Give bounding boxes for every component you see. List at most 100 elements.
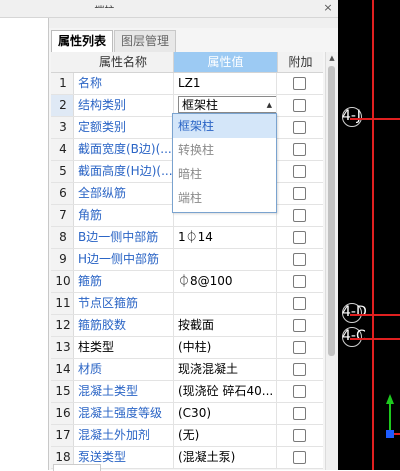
property-name-cell: 节点区箍筋 [74,293,174,314]
additional-cell [277,73,322,94]
table-row[interactable]: 10 箍筋 ⏀8@100 [51,271,323,293]
table-header: 属性名称 属性值 附加 [51,52,323,73]
structure-category-combo[interactable]: 框架柱 ▲ [178,96,276,114]
property-name-cell: 名称 [74,73,174,94]
additional-cell [277,359,322,380]
dropdown-option-frame-column[interactable]: 框架柱 [173,114,276,138]
additional-checkbox[interactable] [293,319,306,332]
table-row[interactable]: 1 名称 LZ1 [51,73,323,95]
scroll-thumb[interactable] [328,66,335,356]
property-value-cell[interactable]: (无) [174,425,277,446]
additional-checkbox[interactable] [293,77,306,90]
additional-cell [277,183,322,204]
row-number: 1 [51,73,74,94]
dropdown-arrow-icon[interactable]: ▲ [267,97,272,114]
panel-grip [49,18,339,28]
additional-checkbox[interactable] [293,341,306,354]
additional-checkbox[interactable] [293,297,306,310]
additional-checkbox[interactable] [293,275,306,288]
row-number: 9 [51,249,74,270]
row-number: 17 [51,425,74,446]
additional-cell [277,381,322,402]
table-row[interactable]: 17 混凝土外加剂 (无) [51,425,323,447]
property-panel: 属性列表 图层管理 属性名称 属性值 附加 1 名称 LZ1 2 结构类别 框架柱 ▲ 3 定额… [48,18,339,471]
property-value-cell[interactable]: 现浇混凝土 [174,359,277,380]
additional-checkbox[interactable] [293,187,306,200]
axis-label-4d: 4-D [342,304,367,320]
additional-checkbox[interactable] [293,451,306,464]
property-value-cell[interactable]: 1⏀14 [174,227,277,248]
additional-cell [277,117,322,138]
table-row[interactable]: 11 节点区箍筋 [51,293,323,315]
header-property-value: 属性值 [174,52,278,72]
row-number: 8 [51,227,74,248]
additional-cell [277,161,322,182]
row-number: 16 [51,403,74,424]
additional-checkbox[interactable] [293,165,306,178]
tab-property-list[interactable]: 属性列表 [51,30,114,52]
property-name-cell: 混凝土强度等级 [74,403,174,424]
additional-cell [277,227,322,248]
additional-checkbox[interactable] [293,231,306,244]
additional-cell [277,447,322,468]
row-number: 13 [51,337,74,358]
table-row[interactable]: 9 H边一侧中部筋 [51,249,323,271]
close-icon[interactable]: × [322,1,334,14]
header-property-name: 属性名称 [73,52,174,72]
table-row[interactable]: 14 材质 现浇混凝土 [51,359,323,381]
grid-axis-horizontal [350,338,400,340]
table-row[interactable]: 15 混凝土类型 (现浇砼 碎石40... [51,381,323,403]
table-row[interactable]: 12 箍筋胶数 按截面 [51,315,323,337]
additional-checkbox[interactable] [293,121,306,134]
property-value-cell[interactable] [174,249,277,270]
property-name-cell: 截面高度(H边)(... [74,161,174,182]
property-name-cell: H边一侧中部筋 [74,249,174,270]
additional-checkbox[interactable] [293,385,306,398]
row-number: 3 [51,117,74,138]
property-name-cell: 混凝土外加剂 [74,425,174,446]
partial-tree-text: · 端柱 [88,2,114,8]
additional-cell [277,315,322,336]
property-value-cell[interactable] [174,293,277,314]
property-name-cell: 箍筋 [74,271,174,292]
property-name-cell: 混凝土类型 [74,381,174,402]
vertical-scrollbar[interactable]: ▲ [325,52,338,470]
row-number: 5 [51,161,74,182]
property-value-cell[interactable]: 按截面 [174,315,277,336]
grid-axis-horizontal [350,118,400,120]
table-row[interactable]: 16 混凝土强度等级 (C30) [51,403,323,425]
additional-checkbox[interactable] [293,407,306,420]
table-row[interactable]: 13 柱类型 (中柱) [51,337,323,359]
additional-cell [277,403,322,424]
header-additional: 附加 [288,55,313,69]
property-value-cell[interactable]: LZ1 [174,73,277,94]
property-value-cell[interactable]: (C30) [174,403,277,424]
additional-checkbox[interactable] [293,143,306,156]
property-name-cell: 定额类别 [74,117,174,138]
structure-category-dropdown[interactable]: 框架柱 转换柱 暗柱 端柱 [172,113,277,213]
row-number: 2 [51,95,74,116]
property-name-cell: 结构类别 [74,95,174,116]
dropdown-option-transfer-column[interactable]: 转换柱 [173,138,276,162]
additional-checkbox[interactable] [293,253,306,266]
additional-checkbox[interactable] [293,209,306,222]
property-value-cell[interactable]: ⏀8@100 [174,271,277,292]
coordinate-axes-icon [386,394,400,438]
property-value-cell[interactable]: (混凝土泵) [174,447,277,468]
dropdown-option-end-column[interactable]: 端柱 [173,186,276,210]
grid-axis-horizontal [350,314,400,316]
additional-cell [277,205,322,226]
dropdown-option-hidden-column[interactable]: 暗柱 [173,162,276,186]
scroll-up-icon[interactable]: ▲ [326,52,338,64]
additional-checkbox[interactable] [293,363,306,376]
property-value-cell[interactable]: (现浇砼 碎石40... [174,381,277,402]
table-row[interactable]: 8 B边一侧中部筋 1⏀14 [51,227,323,249]
tab-layer-management[interactable]: 图层管理 [114,30,177,52]
property-value-cell[interactable]: (中柱) [174,337,277,358]
panel-tabs: 属性列表 图层管理 [51,30,177,52]
row-number: 12 [51,315,74,336]
cad-canvas[interactable]: 4-J 4-D 4-C [338,0,400,470]
additional-checkbox[interactable] [293,99,306,112]
additional-checkbox[interactable] [293,429,306,442]
additional-cell [277,95,322,116]
